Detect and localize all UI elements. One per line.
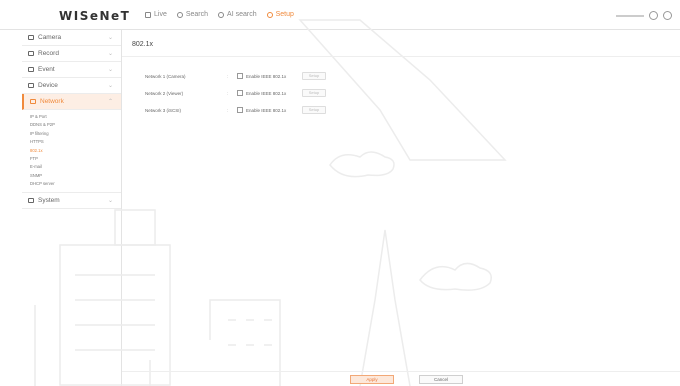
setup-button[interactable]: Setup (302, 89, 326, 97)
submenu-ddns-p2p[interactable]: DDNS & P2P (30, 121, 121, 129)
sidebar-item-label: Record (38, 50, 59, 57)
user-name[interactable] (616, 14, 644, 17)
submenu-ip-port[interactable]: IP & Port (30, 113, 121, 121)
chevron-down-icon: ⌄ (107, 51, 113, 57)
cancel-button[interactable]: Cancel (419, 375, 463, 384)
checkbox-label: Enable IEEE 802.1x (246, 107, 287, 113)
system-icon (28, 197, 34, 203)
enable-802-1x-checkbox[interactable] (237, 73, 243, 79)
chevron-down-icon: ⌄ (107, 35, 113, 41)
setup-button[interactable]: Setup (302, 106, 326, 114)
network-submenu: IP & Port DDNS & P2P IP filtering HTTPS … (22, 110, 121, 193)
enable-802-1x-checkbox[interactable] (237, 90, 243, 96)
sidebar-item-device[interactable]: Device ⌄ (22, 78, 121, 94)
checkbox-label: Enable IEEE 802.1x (246, 90, 287, 96)
separator: : (227, 90, 229, 96)
setup-button[interactable]: Setup (302, 72, 326, 80)
sidebar-item-label: Network (40, 98, 64, 105)
submenu-802-1x[interactable]: 802.1x (30, 147, 121, 155)
main-content: 802.1x Network 1 (Camera) : Enable IEEE … (122, 30, 680, 386)
apply-button[interactable]: Apply (350, 375, 394, 384)
monitor-icon (145, 11, 151, 18)
nav-live-label: Live (154, 11, 167, 18)
submenu-snmp[interactable]: SNMP (30, 172, 121, 180)
event-icon (28, 67, 34, 72)
help-icon[interactable] (663, 11, 672, 20)
network-icon (30, 99, 36, 104)
camera-icon (28, 35, 34, 40)
network-label: Network 2 (Viewer) (145, 90, 184, 96)
page-title: 802.1x (132, 41, 154, 48)
submenu-dhcp-server[interactable]: DHCP server (30, 180, 121, 188)
footer-divider (122, 371, 680, 372)
wisenet-logo: WISeNeT (59, 9, 131, 23)
sidebar-item-label: Event (38, 66, 55, 73)
sidebar: Camera ⌄ Record ⌄ Event ⌄ Device ⌄ Netwo… (22, 30, 122, 386)
submenu-ftp[interactable]: FTP (30, 155, 121, 163)
network-row-3: Network 3 (iSCSI) : Enable IEEE 802.1x S… (145, 105, 326, 115)
separator: : (227, 107, 229, 113)
record-icon (28, 51, 34, 56)
title-divider (122, 56, 680, 57)
sidebar-item-label: Device (38, 82, 58, 89)
ai-search-icon (218, 11, 225, 18)
nav-live[interactable]: Live (145, 11, 167, 18)
nav-setup[interactable]: Setup (266, 11, 294, 18)
nav-ai-search[interactable]: AI search (218, 11, 257, 18)
sidebar-item-camera[interactable]: Camera ⌄ (22, 30, 121, 46)
submenu-email[interactable]: E-mail (30, 163, 121, 171)
top-bar: WISeNeT Live Search AI search Setup (0, 0, 680, 30)
network-label: Network 1 (Camera) (145, 73, 186, 79)
device-icon (28, 83, 34, 88)
chevron-up-icon: ⌃ (107, 99, 113, 105)
network-row-2: Network 2 (Viewer) : Enable IEEE 802.1x … (145, 88, 326, 98)
nav-ai-search-label: AI search (227, 11, 257, 18)
submenu-https[interactable]: HTTPS (30, 138, 121, 146)
sidebar-item-event[interactable]: Event ⌄ (22, 62, 121, 78)
submenu-ip-filtering[interactable]: IP filtering (30, 130, 121, 138)
sidebar-item-network[interactable]: Network ⌃ (22, 94, 121, 110)
network-label: Network 3 (iSCSI) (145, 107, 182, 113)
gear-icon (266, 11, 273, 18)
nav-search[interactable]: Search (176, 11, 209, 18)
chevron-down-icon: ⌄ (107, 83, 113, 89)
sidebar-item-label: Camera (38, 34, 62, 41)
sidebar-item-record[interactable]: Record ⌄ (22, 46, 121, 62)
search-icon (176, 11, 183, 18)
separator: : (227, 73, 229, 79)
nav-search-label: Search (185, 11, 209, 18)
main-nav: Live Search AI search Setup (145, 11, 294, 18)
sidebar-item-system[interactable]: System ⌄ (22, 193, 121, 209)
enable-802-1x-checkbox[interactable] (237, 107, 243, 113)
nav-setup-label: Setup (275, 11, 294, 18)
network-row-1: Network 1 (Camera) : Enable IEEE 802.1x … (145, 71, 326, 81)
checkbox-label: Enable IEEE 802.1x (246, 73, 287, 79)
user-icon[interactable] (649, 11, 658, 20)
top-right-controls (616, 11, 672, 20)
sidebar-item-label: System (38, 196, 60, 204)
chevron-down-icon: ⌄ (107, 67, 113, 73)
chevron-down-icon: ⌄ (107, 197, 113, 204)
